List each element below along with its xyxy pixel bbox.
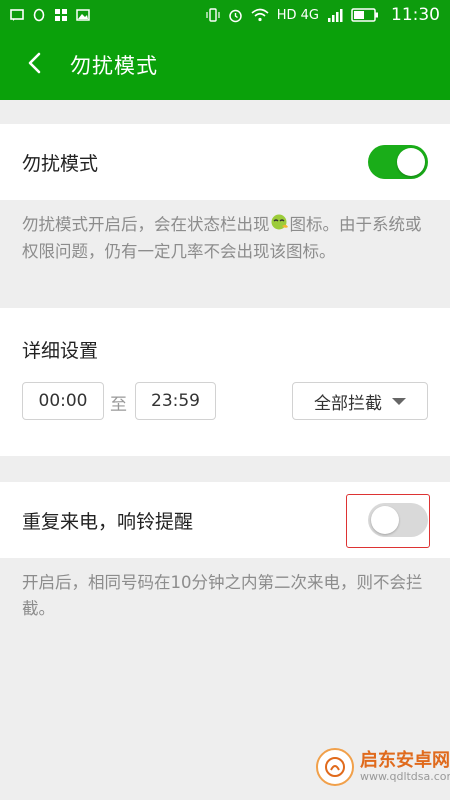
block-mode-value: 全部拦截 [314,393,382,414]
qq-icon [32,8,46,22]
signal-icon [327,8,343,22]
to-label: 至 [110,395,127,415]
image-icon [76,8,90,22]
dnd-status-icon [270,213,290,239]
caret-down-icon [392,397,406,405]
toggle-knob [397,148,425,176]
watermark: 启东安卓网 www.qdltdsa.com [316,748,450,786]
repeat-call-toggle[interactable] [368,503,428,537]
alarm-icon [228,8,243,23]
page-title: 勿扰模式 [70,54,158,78]
battery-icon [351,8,379,22]
chevron-left-icon [26,52,44,78]
repeat-call-description: 开启后，相同号码在10分钟之内第二次来电，则不会拦截。 [22,573,423,618]
repeat-call-label: 重复来电，响铃提醒 [22,510,194,533]
end-time-field[interactable]: 23:59 [135,382,216,420]
watermark-title: 启东安卓网 [360,750,450,772]
dnd-description-part1: 勿扰模式开启后，会在状态栏出现 [22,215,270,234]
block-mode-dropdown[interactable]: 全部拦截 [292,382,428,420]
status-bar: HD 4G 11:30 [0,0,450,30]
detail-settings-card: 详细设置 00:00 至 23:59 全部拦截 [0,308,450,456]
detail-settings-title: 详细设置 [22,340,99,362]
watermark-logo-icon [316,748,354,786]
wifi-icon [251,8,269,22]
network-type: HD 4G [276,7,319,23]
vibrate-icon [206,8,220,22]
start-time-field[interactable]: 00:00 [22,382,104,420]
dnd-toggle[interactable] [368,145,428,179]
back-button[interactable] [0,30,70,100]
dnd-label: 勿扰模式 [22,152,99,175]
toggle-knob [371,506,399,534]
watermark-url: www.qdltdsa.com [360,769,450,783]
apps-icon [54,8,68,22]
dnd-description: 勿扰模式开启后，会在状态栏出现 图标。由于系统或权限问题，仍有一定几率不会出现该图… [22,212,427,265]
clock: 11:30 [391,5,440,25]
dnd-row: 勿扰模式 [0,124,450,200]
repeat-call-row: 重复来电，响铃提醒 [0,482,450,558]
message-icon [10,8,24,22]
app-bar: 勿扰模式 [0,30,450,100]
